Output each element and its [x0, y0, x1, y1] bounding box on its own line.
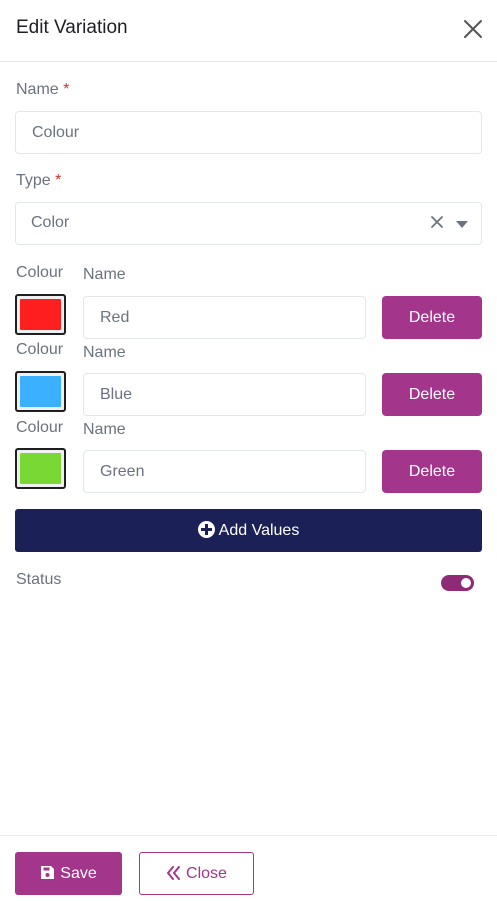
- value-name-input[interactable]: Blue: [83, 373, 366, 416]
- required-marker: *: [63, 81, 70, 98]
- toggle-knob: [461, 578, 471, 588]
- value-name-input[interactable]: Green: [83, 450, 366, 493]
- modal-title: Edit Variation: [16, 17, 128, 38]
- add-values-button[interactable]: Add Values: [15, 509, 482, 552]
- modal-header: Edit Variation: [0, 0, 497, 62]
- value-name-label: Name: [83, 266, 126, 283]
- add-values-label: Add Values: [218, 522, 300, 539]
- delete-button[interactable]: Delete: [382, 373, 482, 416]
- close-button[interactable]: Close: [139, 852, 254, 895]
- close-label: Close: [186, 865, 227, 882]
- delete-button[interactable]: Delete: [382, 296, 482, 339]
- colour-label: Colour: [16, 264, 64, 281]
- color-picker[interactable]: [15, 448, 66, 489]
- close-icon[interactable]: [459, 15, 487, 43]
- modal-footer: Save Close: [0, 835, 497, 901]
- value-name-input[interactable]: Red: [83, 296, 366, 339]
- value-name-label: Name: [83, 344, 126, 361]
- required-marker: *: [55, 172, 62, 189]
- color-swatch: [20, 299, 61, 330]
- chevron-down-icon[interactable]: [456, 221, 468, 228]
- save-button[interactable]: Save: [15, 852, 122, 895]
- colour-label: Colour: [16, 341, 64, 358]
- color-picker[interactable]: [15, 294, 66, 335]
- status-label: Status: [16, 571, 62, 588]
- status-toggle[interactable]: [441, 575, 474, 591]
- name-label: Name *: [16, 81, 70, 98]
- colour-label: Colour: [16, 419, 64, 436]
- double-chevron-left-icon: [167, 866, 181, 880]
- type-label: Type *: [16, 172, 62, 189]
- type-select[interactable]: Color: [15, 202, 482, 245]
- clear-icon[interactable]: [430, 215, 444, 229]
- type-select-value: Color: [31, 214, 70, 231]
- delete-button[interactable]: Delete: [382, 450, 482, 493]
- name-input[interactable]: Colour: [15, 111, 482, 154]
- color-swatch: [20, 453, 61, 484]
- plus-circle-icon: [197, 521, 215, 538]
- save-label: Save: [60, 865, 97, 882]
- value-name-label: Name: [83, 421, 126, 438]
- color-picker[interactable]: [15, 371, 66, 412]
- color-swatch: [20, 376, 61, 407]
- save-icon: [41, 866, 55, 879]
